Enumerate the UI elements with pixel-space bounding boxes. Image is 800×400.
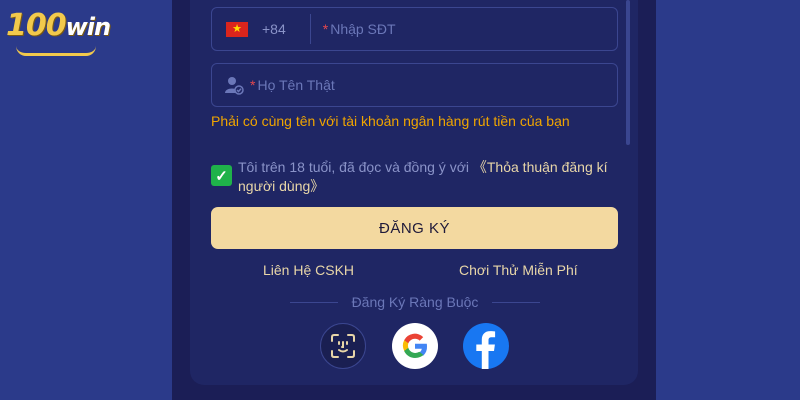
country-code[interactable]: +84 bbox=[262, 21, 286, 37]
support-link[interactable]: Liên Hệ CSKH bbox=[263, 262, 354, 278]
required-mark: * bbox=[322, 21, 329, 37]
divider-left bbox=[290, 301, 338, 303]
register-button[interactable]: ĐĂNG KÝ bbox=[211, 207, 618, 249]
facebook-icon[interactable] bbox=[463, 323, 509, 369]
vietnam-flag-icon[interactable]: ★ bbox=[226, 21, 248, 37]
agree-checkbox[interactable]: ✓ bbox=[211, 165, 232, 186]
logo-swoosh bbox=[16, 46, 96, 56]
google-icon[interactable] bbox=[392, 323, 438, 369]
brand-logo: 100win bbox=[6, 8, 111, 56]
phone-field[interactable]: ★ +84 * Nhập SĐT bbox=[211, 7, 618, 51]
phone-placeholder[interactable]: Nhập SĐT bbox=[330, 21, 395, 37]
name-placeholder[interactable]: Họ Tên Thật bbox=[257, 77, 334, 93]
scrollbar[interactable] bbox=[626, 0, 630, 145]
agreement-label: Tôi trên 18 tuổi, đã đọc và đồng ý với bbox=[238, 159, 469, 175]
required-mark: * bbox=[250, 77, 256, 93]
divider-right bbox=[491, 301, 540, 303]
field-divider bbox=[309, 14, 311, 44]
real-name-field[interactable]: * Họ Tên Thật bbox=[211, 63, 618, 107]
name-hint: Phải có cùng tên với tài khoản ngân hàng… bbox=[211, 113, 570, 129]
face-id-icon[interactable] bbox=[320, 323, 366, 369]
bind-section-label: Đăng Ký Ràng Buộc bbox=[351, 294, 479, 310]
agreement-text: Tôi trên 18 tuổi, đã đọc và đồng ý với 《… bbox=[238, 158, 618, 196]
bind-section-header: Đăng Ký Ràng Buộc bbox=[290, 294, 540, 310]
user-verified-icon bbox=[224, 75, 244, 95]
logo-text: 100win bbox=[6, 8, 111, 43]
free-trial-link[interactable]: Chơi Thử Miễn Phí bbox=[459, 262, 578, 278]
